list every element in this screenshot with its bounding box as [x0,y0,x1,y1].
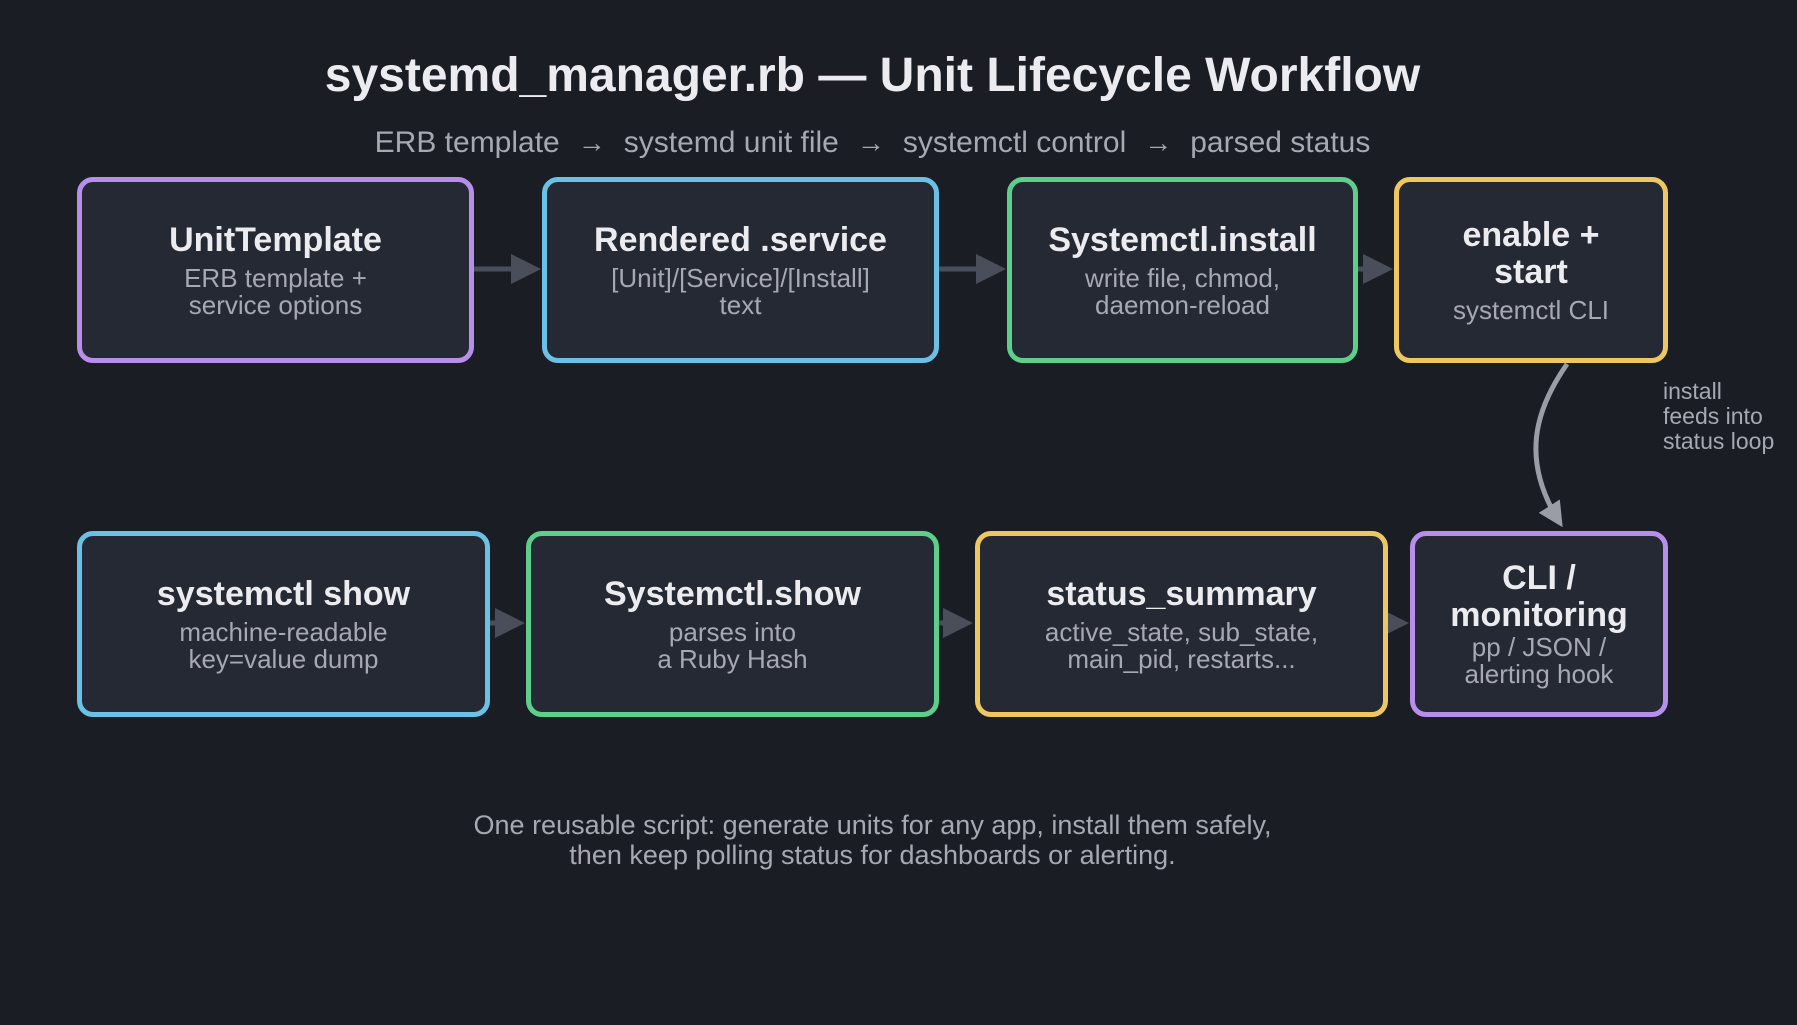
node-cli-monitoring: CLI / monitoring pp / JSON / alerting ho… [1410,531,1668,717]
node-subtitle: ERB template + service options [184,262,367,320]
node-systemctl-install: Systemctl.install write file, chmod, dae… [1007,177,1358,363]
node-title: systemctl show [156,574,411,613]
node-subtitle: pp / JSON / alerting hook [1464,632,1614,689]
node-subtitle: systemctl CLI [1452,294,1610,325]
node-title: enable + start [1462,215,1600,291]
node-title: Rendered .service [594,220,887,259]
node-systemctl-show-cmd: systemctl show machine-readable key=valu… [77,531,490,717]
node-status-summary: status_summary active_state, sub_state, … [975,531,1388,717]
node-subtitle: active_state, sub_state, main_pid, resta… [1044,616,1319,674]
node-subtitle: write file, chmod, daemon-reload [1084,262,1281,320]
node-systemctl-show-parse: Systemctl.show parses into a Ruby Hash [526,531,939,717]
node-rendered-service: Rendered .service [Unit]/[Service]/[Inst… [542,177,939,363]
node-subtitle: parses into a Ruby Hash [657,616,808,674]
node-title: UnitTemplate [169,220,382,259]
node-title: status_summary [1046,574,1317,613]
connector-layer [473,254,1570,638]
node-subtitle: [Unit]/[Service]/[Install] text [611,262,870,320]
node-subtitle: machine-readable key=value dump [179,616,388,674]
footer-caption: One reusable script: generate units for … [473,810,1272,870]
node-title: Systemctl.install [1048,220,1317,259]
node-title: CLI / monitoring [1450,559,1628,634]
arrow-enable-to-cli-loop [1533,362,1570,528]
loop-annotation: install feeds into status loop [1663,378,1775,454]
node-title: Systemctl.show [604,574,861,613]
node-unit-template: UnitTemplate ERB template + service opti… [77,177,474,363]
node-enable-start: enable + start systemctl CLI [1394,177,1668,363]
